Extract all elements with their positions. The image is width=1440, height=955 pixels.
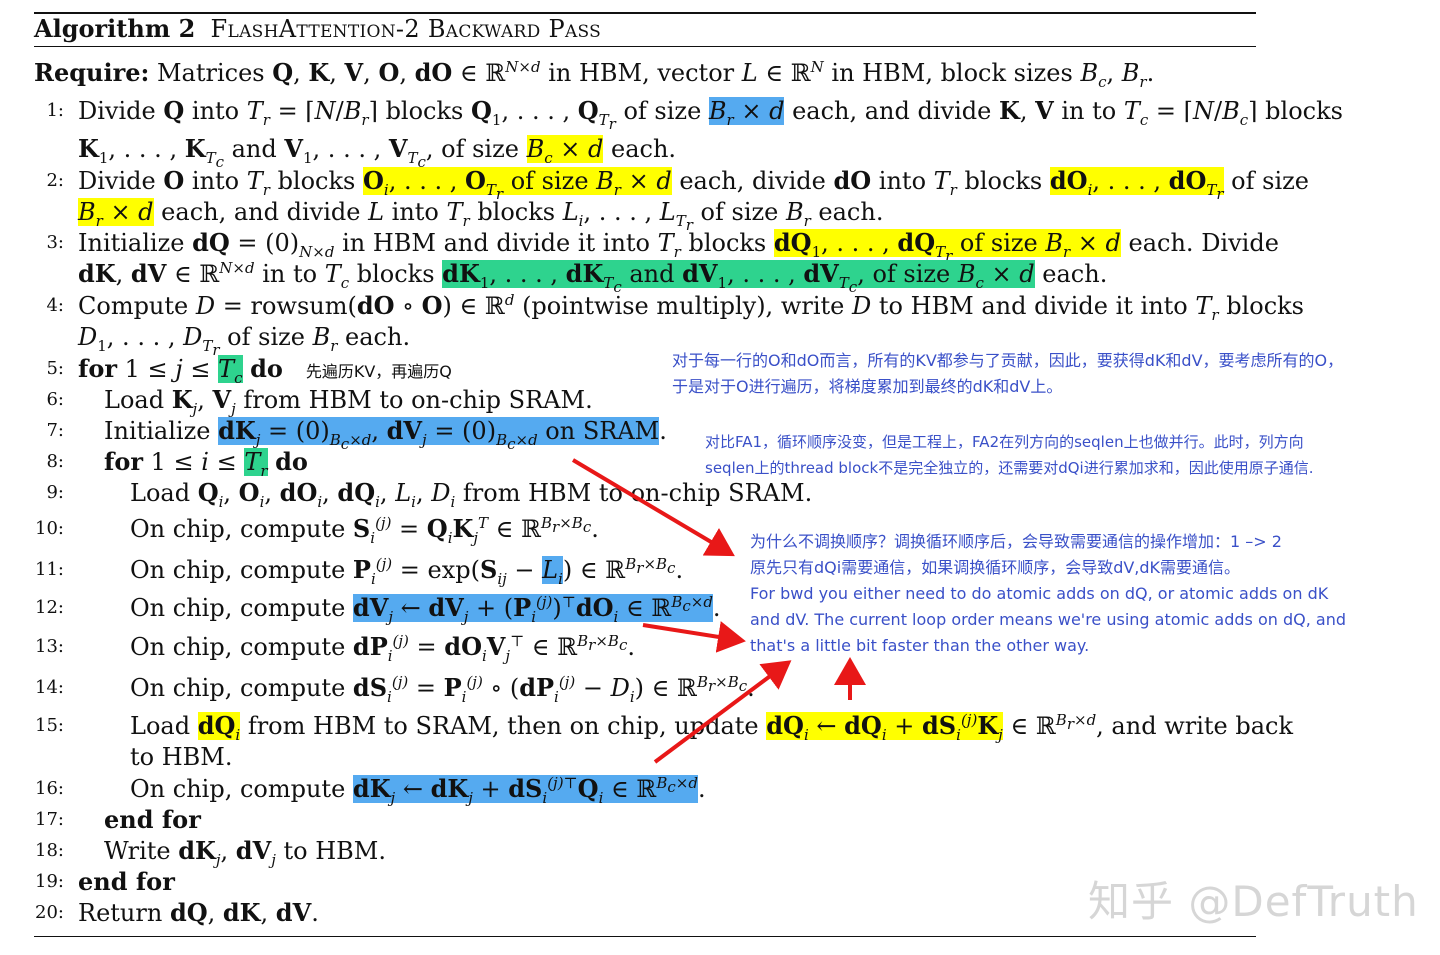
watermark: 知乎 @DefTruth: [1088, 877, 1419, 926]
annotation-arrows: [571, 458, 866, 764]
arrow-from-step-16: [653, 660, 792, 764]
arrow-from-step-12: [642, 621, 746, 653]
arrow-from-step-9: [571, 458, 735, 557]
